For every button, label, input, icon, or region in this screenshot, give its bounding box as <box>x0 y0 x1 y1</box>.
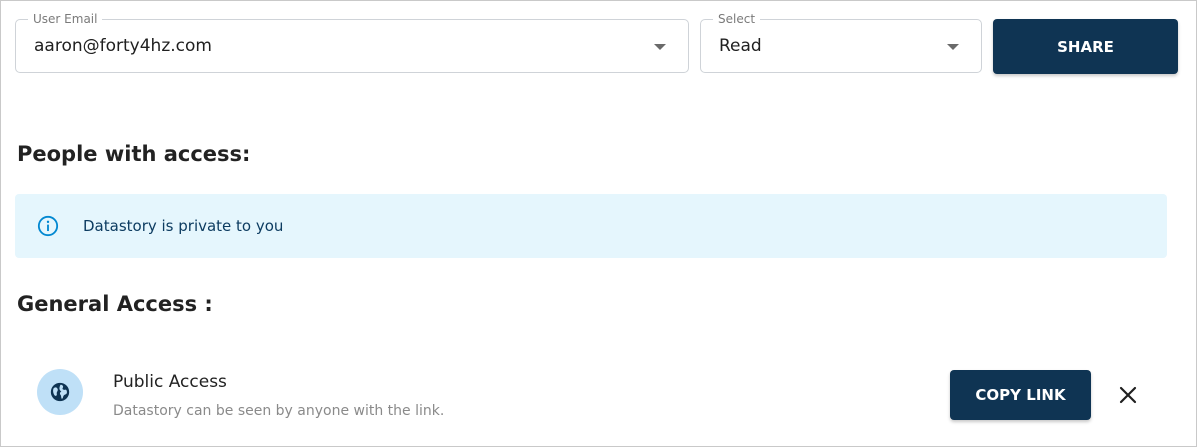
chevron-down-icon[interactable] <box>654 44 666 50</box>
public-access-avatar <box>37 369 83 415</box>
permission-select[interactable]: Select Read <box>700 11 982 73</box>
share-dialog: User Email aaron@forty4hz.com Select Rea… <box>0 0 1197 447</box>
chevron-down-icon[interactable] <box>947 44 959 50</box>
info-icon <box>37 215 59 237</box>
public-access-title: Public Access <box>113 372 227 392</box>
permission-value: Read <box>719 36 762 56</box>
share-button[interactable]: SHARE <box>993 19 1178 74</box>
user-email-select[interactable]: User Email aaron@forty4hz.com <box>15 11 689 73</box>
close-icon[interactable] <box>1116 383 1140 407</box>
public-access-description: Datastory can be seen by anyone with the… <box>113 403 445 419</box>
globe-icon <box>50 382 70 402</box>
copy-link-button[interactable]: COPY LINK <box>950 370 1091 420</box>
alert-message: Datastory is private to you <box>83 217 284 235</box>
permission-legend: Select <box>713 11 761 27</box>
user-email-legend: User Email <box>28 11 103 27</box>
user-email-value: aaron@forty4hz.com <box>34 36 212 56</box>
people-with-access-heading: People with access: <box>17 142 251 166</box>
private-info-alert: Datastory is private to you <box>15 194 1167 258</box>
general-access-heading: General Access : <box>17 292 213 316</box>
